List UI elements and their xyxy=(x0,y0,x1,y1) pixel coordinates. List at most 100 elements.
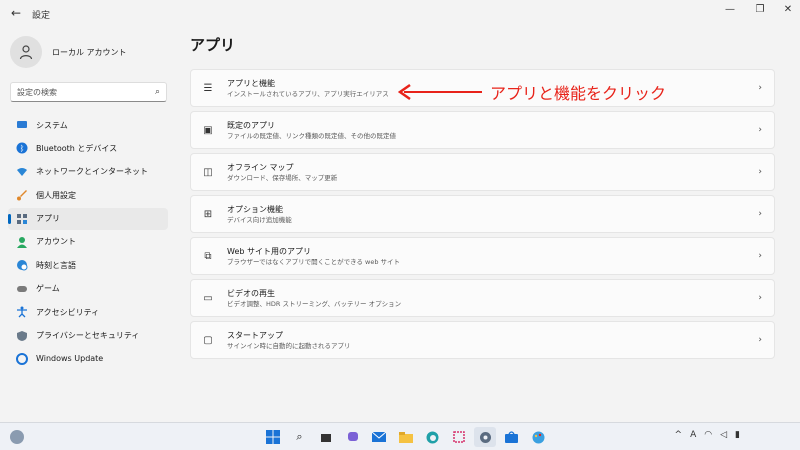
sidebar-item-windows-update[interactable]: Windows Update xyxy=(8,348,168,370)
sidebar-item-label: Bluetooth とデバイス xyxy=(36,143,118,153)
card-subtitle: ダウンロード、保存場所、マップ更新 xyxy=(227,173,338,182)
taskbar: ⌕ ^ A ◠ ◁ ▮ xyxy=(0,422,800,450)
paint-icon[interactable] xyxy=(527,427,549,447)
sidebar-item-label: Windows Update xyxy=(36,354,104,364)
sidebar-item-label: 個人用設定 xyxy=(36,190,76,200)
minimize-icon[interactable]: — xyxy=(720,4,740,15)
window-title: 設定 xyxy=(32,11,51,21)
card-subtitle: サインイン時に自動的に起動されるアプリ xyxy=(227,341,351,350)
annotation-text: アプリと機能をクリック xyxy=(490,84,667,103)
card-title: スタートアップ xyxy=(227,330,283,340)
restore-icon[interactable]: ❐ xyxy=(750,4,770,15)
sidebar-item-label: ネットワークとインターネット xyxy=(36,167,148,177)
close-icon[interactable]: ✕ xyxy=(778,4,798,15)
search-icon: ⌕ xyxy=(154,87,160,97)
avatar[interactable] xyxy=(10,36,42,68)
map-icon: ◫ xyxy=(203,166,213,178)
shield-icon xyxy=(16,330,28,342)
sidebar-item-time-language[interactable]: 時刻と言語 xyxy=(8,254,168,276)
web-app-icon: ⧉ xyxy=(204,250,212,262)
chevron-right-icon: › xyxy=(758,83,762,93)
card-apps-for-websites[interactable]: ⧉ Web サイト用のアプリ ブラウザーではなくアプリで開くことができる web… xyxy=(190,237,775,275)
card-video-playback[interactable]: ▭ ビデオの再生 ビデオ調整、HDR ストリーミング、バッテリー オプション › xyxy=(190,279,775,317)
monitor-icon xyxy=(16,119,28,131)
card-title: オプション機能 xyxy=(227,204,283,214)
chevron-right-icon: › xyxy=(758,125,762,135)
video-icon: ▭ xyxy=(203,292,213,304)
sidebar-item-accessibility[interactable]: アクセシビリティ xyxy=(8,301,168,323)
default-app-icon: ▣ xyxy=(203,124,213,136)
battery-icon[interactable]: ▮ xyxy=(735,430,740,440)
red-arrow-icon xyxy=(398,83,482,101)
card-subtitle: ブラウザーではなくアプリで開くことができる web サイト xyxy=(227,257,401,266)
sidebar-item-privacy[interactable]: プライバシーとセキュリティ xyxy=(8,325,168,347)
folder-icon[interactable] xyxy=(395,427,417,447)
list-icon: ☰ xyxy=(203,82,213,94)
card-title: ビデオの再生 xyxy=(227,288,275,298)
sidebar-nav: システム ᛒ Bluetooth とデバイス ネットワークとインターネット 個人… xyxy=(8,114,168,371)
chevron-up-icon[interactable]: ^ xyxy=(675,430,683,440)
wifi-icon[interactable]: ◠ xyxy=(704,430,712,440)
card-title: 既定のアプリ xyxy=(227,120,275,130)
store-icon[interactable] xyxy=(501,427,523,447)
search-box[interactable]: 設定の検索 ⌕ xyxy=(10,82,167,102)
profile-name: ローカル アカウント xyxy=(52,47,127,57)
chat-icon[interactable] xyxy=(342,427,364,447)
chevron-right-icon: › xyxy=(758,251,762,261)
ime-icon[interactable]: A xyxy=(690,430,696,440)
edge-icon[interactable] xyxy=(421,427,443,447)
sidebar-item-system[interactable]: システム xyxy=(8,114,168,136)
svg-text:ᛒ: ᛒ xyxy=(20,144,25,153)
card-title: Web サイト用のアプリ xyxy=(227,246,311,256)
wifi-icon xyxy=(16,166,28,178)
volume-icon[interactable]: ◁ xyxy=(720,430,727,440)
settings-icon[interactable] xyxy=(474,427,496,447)
settings-cards: ☰ アプリと機能 インストールされているアプリ、アプリ実行エイリアス › ▣ 既… xyxy=(190,69,775,363)
sidebar-item-apps[interactable]: アプリ xyxy=(8,207,168,230)
search-icon[interactable]: ⌕ xyxy=(289,427,311,447)
mail-icon[interactable] xyxy=(368,427,390,447)
card-subtitle: ファイルの既定値、リンク種類の既定値、その他の既定値 xyxy=(227,131,396,140)
task-view-icon[interactable] xyxy=(315,427,337,447)
chevron-right-icon: › xyxy=(758,293,762,303)
widgets-icon[interactable] xyxy=(10,430,24,444)
update-icon xyxy=(16,352,28,365)
sidebar-item-label: アプリ xyxy=(36,214,60,224)
sidebar-item-accounts[interactable]: アカウント xyxy=(8,231,168,253)
gamepad-icon xyxy=(16,283,28,295)
snip-icon[interactable] xyxy=(448,427,470,447)
system-tray: ^ A ◠ ◁ ▮ xyxy=(667,430,740,440)
bluetooth-icon: ᛒ xyxy=(16,142,28,154)
sidebar-item-personalization[interactable]: 個人用設定 xyxy=(8,184,168,206)
grid-plus-icon: ⊞ xyxy=(203,208,213,220)
card-startup[interactable]: ▢ スタートアップ サインイン時に自動的に起動されるアプリ › xyxy=(190,321,775,359)
card-default-apps[interactable]: ▣ 既定のアプリ ファイルの既定値、リンク種類の既定値、その他の既定値 › xyxy=(190,111,775,149)
card-optional-features[interactable]: ⊞ オプション機能 デバイス向け追加機能 › xyxy=(190,195,775,233)
sidebar-item-label: 時刻と言語 xyxy=(36,260,76,270)
card-title: オフライン マップ xyxy=(227,162,294,172)
card-subtitle: デバイス向け追加機能 xyxy=(227,215,292,224)
sidebar-item-network[interactable]: ネットワークとインターネット xyxy=(8,161,168,183)
back-arrow-icon[interactable]: ← xyxy=(8,6,24,20)
sidebar-item-gaming[interactable]: ゲーム xyxy=(8,278,168,300)
page-title: アプリ xyxy=(190,36,236,54)
card-subtitle: ビデオ調整、HDR ストリーミング、バッテリー オプション xyxy=(227,299,402,308)
globe-clock-icon xyxy=(16,259,28,271)
title-bar: ← 設定 — ❐ ✕ xyxy=(0,0,800,28)
search-input[interactable]: 設定の検索 xyxy=(17,87,155,98)
startup-icon: ▢ xyxy=(203,334,213,346)
accessibility-icon xyxy=(16,306,28,318)
sidebar-item-label: アカウント xyxy=(36,237,76,247)
person-icon xyxy=(16,236,28,248)
brush-icon xyxy=(16,189,28,201)
taskbar-apps: ⌕ xyxy=(262,427,554,447)
sidebar-item-label: ゲーム xyxy=(36,284,60,294)
profile[interactable]: ローカル アカウント xyxy=(10,36,127,68)
chevron-right-icon: › xyxy=(758,335,762,345)
windows-logo-icon[interactable] xyxy=(262,427,284,447)
chevron-right-icon: › xyxy=(758,209,762,219)
annotation: アプリと機能をクリック xyxy=(398,80,666,104)
sidebar-item-label: アクセシビリティ xyxy=(36,307,100,317)
card-offline-maps[interactable]: ◫ オフライン マップ ダウンロード、保存場所、マップ更新 › xyxy=(190,153,775,191)
sidebar-item-bluetooth[interactable]: ᛒ Bluetooth とデバイス xyxy=(8,137,168,159)
